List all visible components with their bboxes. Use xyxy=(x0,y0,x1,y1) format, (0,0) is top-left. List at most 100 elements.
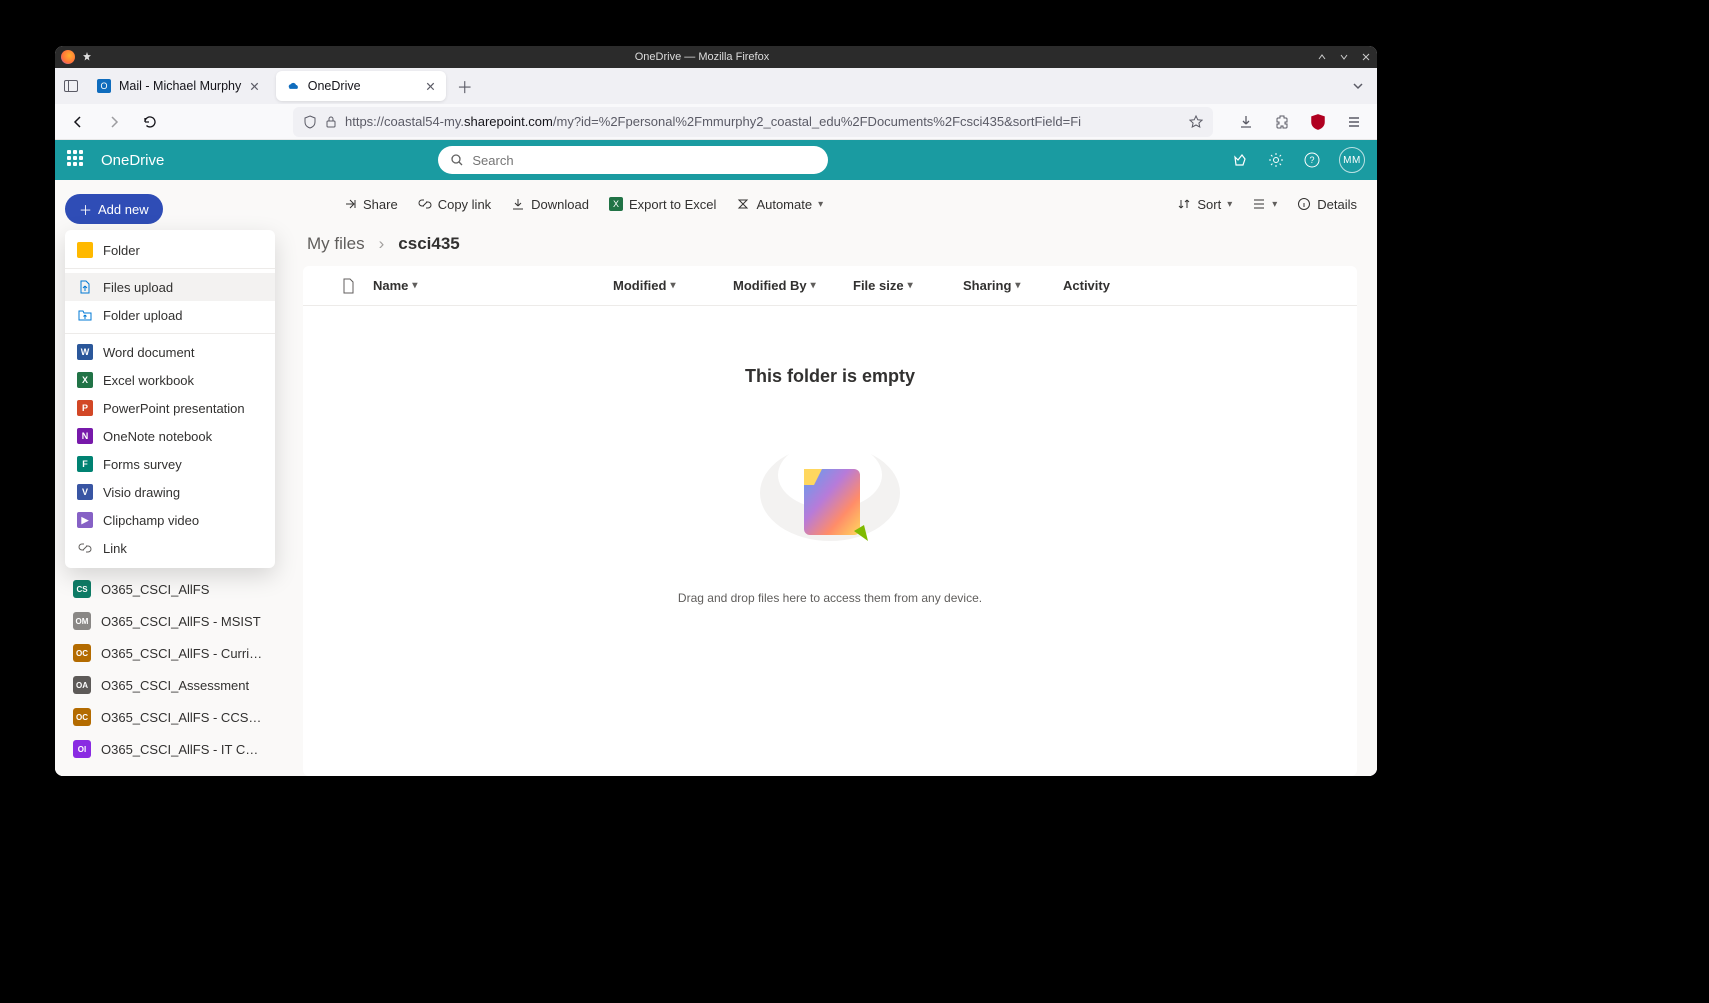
new-tab-button[interactable]: ＋ xyxy=(452,73,478,99)
menu-item-clipchamp[interactable]: ▶Clipchamp video xyxy=(65,506,275,534)
link-icon xyxy=(77,540,93,556)
ublock-icon[interactable] xyxy=(1305,109,1331,135)
sidebar-toggle-icon[interactable] xyxy=(61,76,81,96)
copy-link-button[interactable]: Copy link xyxy=(418,197,491,212)
view-options-button[interactable]: ▾ xyxy=(1252,197,1277,211)
app-launcher-icon[interactable] xyxy=(67,150,87,170)
premium-icon[interactable] xyxy=(1231,151,1249,169)
sidebar-item-sharepoint-0[interactable]: CSO365_CSCI_AllFS xyxy=(65,576,273,602)
url-text: https://coastal54-my.sharepoint.com/my?i… xyxy=(345,114,1181,129)
pin-icon[interactable] xyxy=(81,51,93,63)
details-button[interactable]: Details xyxy=(1297,197,1357,212)
upload-file-icon xyxy=(77,279,93,295)
downloads-button[interactable] xyxy=(1233,109,1259,135)
column-file-size[interactable]: File size▾ xyxy=(853,278,963,293)
window-close-button[interactable] xyxy=(1355,46,1377,68)
upload-folder-icon xyxy=(77,307,93,323)
search-input[interactable] xyxy=(472,153,816,168)
shield-icon[interactable] xyxy=(303,115,317,129)
excel-icon: X xyxy=(609,197,623,211)
menu-separator xyxy=(65,333,275,334)
search-box[interactable] xyxy=(438,146,828,174)
reload-button[interactable] xyxy=(137,109,163,135)
menu-item-forms[interactable]: FForms survey xyxy=(65,450,275,478)
menu-item-word[interactable]: WWord document xyxy=(65,338,275,366)
column-modified[interactable]: Modified▾ xyxy=(613,278,733,293)
site-icon: CS xyxy=(73,580,91,598)
tab-label: OneDrive xyxy=(308,79,361,93)
firefox-window: OneDrive — Mozilla Firefox O Mail - Mich… xyxy=(55,46,1377,776)
left-nav: ＋ Add new Folder Files upload Folder upl… xyxy=(55,180,283,776)
help-icon[interactable]: ? xyxy=(1303,151,1321,169)
add-new-button[interactable]: ＋ Add new xyxy=(65,194,163,224)
svg-text:X: X xyxy=(613,199,619,209)
site-icon: OC xyxy=(73,644,91,662)
svg-text:?: ? xyxy=(1309,155,1314,165)
menu-item-onenote[interactable]: NOneNote notebook xyxy=(65,422,275,450)
column-modified-by[interactable]: Modified By▾ xyxy=(733,278,853,293)
word-icon: W xyxy=(77,344,93,360)
breadcrumb-current: csci435 xyxy=(398,234,459,254)
url-bar[interactable]: https://coastal54-my.sharepoint.com/my?i… xyxy=(293,107,1213,137)
column-file-icon xyxy=(323,278,373,294)
product-name[interactable]: OneDrive xyxy=(101,152,164,169)
window-minimize-button[interactable] xyxy=(1311,46,1333,68)
empty-hint: Drag and drop files here to access them … xyxy=(678,591,982,605)
back-button[interactable] xyxy=(65,109,91,135)
bookmark-star-icon[interactable] xyxy=(1189,115,1203,129)
sidebar-item-sharepoint-3[interactable]: OAO365_CSCI_Assessment xyxy=(65,672,273,698)
chevron-down-icon: ▾ xyxy=(818,199,823,210)
column-activity[interactable]: Activity xyxy=(1063,278,1153,293)
folder-icon xyxy=(77,242,93,258)
add-new-menu: Folder Files upload Folder upload WWord … xyxy=(65,230,275,568)
sidebar-item-sharepoint-2[interactable]: OCO365_CSCI_AllFS - Curriculu… xyxy=(65,640,273,666)
sidebar-item-sharepoint-5[interactable]: OIO365_CSCI_AllFS - IT Curricu… xyxy=(65,736,273,762)
menu-item-visio[interactable]: VVisio drawing xyxy=(65,478,275,506)
column-sharing[interactable]: Sharing▾ xyxy=(963,278,1063,293)
app-menu-button[interactable] xyxy=(1341,109,1367,135)
breadcrumb-root[interactable]: My files xyxy=(307,234,365,254)
menu-item-link[interactable]: Link xyxy=(65,534,275,562)
chevron-down-icon: ▾ xyxy=(908,280,913,291)
window-maximize-button[interactable] xyxy=(1333,46,1355,68)
column-name[interactable]: Name▾ xyxy=(373,278,613,293)
forms-icon: F xyxy=(77,456,93,472)
download-button[interactable]: Download xyxy=(511,197,589,212)
suite-bar: OneDrive ? MM xyxy=(55,140,1377,180)
site-icon: OI xyxy=(73,740,91,758)
menu-item-powerpoint[interactable]: PPowerPoint presentation xyxy=(65,394,275,422)
avatar[interactable]: MM xyxy=(1339,147,1365,173)
sidebar-item-sharepoint-1[interactable]: OMO365_CSCI_AllFS - MSIST xyxy=(65,608,273,634)
menu-item-files-upload[interactable]: Files upload xyxy=(65,273,275,301)
add-new-label: Add new xyxy=(98,202,149,217)
file-listing: Name▾ Modified▾ Modified By▾ File size▾ … xyxy=(303,266,1357,776)
gear-icon[interactable] xyxy=(1267,151,1285,169)
lock-icon[interactable] xyxy=(325,115,337,129)
automate-button[interactable]: Automate▾ xyxy=(736,197,823,212)
chevron-down-icon: ▾ xyxy=(670,280,675,291)
sidebar-item-sharepoint-4[interactable]: OCO365_CSCI_AllFS - CCSCSE2… xyxy=(65,704,273,730)
svg-text:O: O xyxy=(100,81,107,91)
chevron-down-icon: ▾ xyxy=(412,280,417,291)
tab-onedrive[interactable]: OneDrive ✕ xyxy=(276,71,446,101)
export-excel-button[interactable]: XExport to Excel xyxy=(609,197,716,212)
list-tabs-button[interactable] xyxy=(1345,73,1371,99)
close-icon[interactable]: ✕ xyxy=(425,79,435,94)
powerpoint-icon: P xyxy=(77,400,93,416)
forward-button[interactable] xyxy=(101,109,127,135)
share-button[interactable]: Share xyxy=(343,197,398,212)
search-icon xyxy=(450,153,464,167)
menu-item-folder[interactable]: Folder xyxy=(65,236,275,264)
site-icon: OA xyxy=(73,676,91,694)
empty-title: This folder is empty xyxy=(745,366,915,387)
command-bar: Share Copy link Download XExport to Exce… xyxy=(283,180,1377,228)
extensions-button[interactable] xyxy=(1269,109,1295,135)
menu-item-folder-upload[interactable]: Folder upload xyxy=(65,301,275,329)
close-icon[interactable]: ✕ xyxy=(249,79,259,94)
menu-item-excel[interactable]: XExcel workbook xyxy=(65,366,275,394)
sort-button[interactable]: Sort▾ xyxy=(1177,197,1232,212)
chevron-down-icon: ▾ xyxy=(1272,199,1277,210)
chevron-down-icon: ▾ xyxy=(1015,280,1020,291)
tab-mail[interactable]: O Mail - Michael Murphy ✕ xyxy=(87,71,270,101)
clipchamp-icon: ▶ xyxy=(77,512,93,528)
